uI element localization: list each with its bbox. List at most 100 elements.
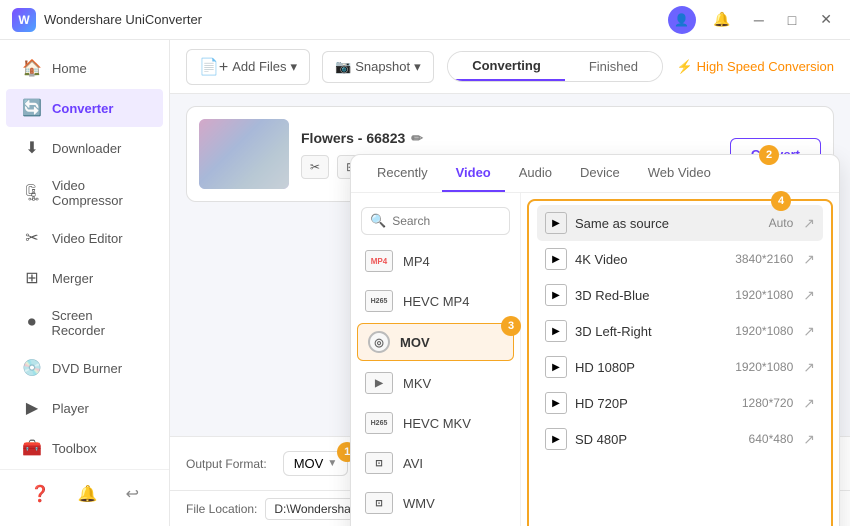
res-name-4k: 4K Video bbox=[575, 252, 628, 267]
res-edit-3dlr[interactable]: ↗ bbox=[803, 323, 815, 340]
sidebar-bottom: ❓ 🔔 ↩ bbox=[0, 469, 169, 518]
res-edit-1080p[interactable]: ↗ bbox=[803, 359, 815, 376]
format-item-mp4[interactable]: MP4 MP4 bbox=[351, 241, 520, 281]
video-edit-icon[interactable]: ✏ bbox=[411, 130, 423, 147]
res-icon-1080p: ▶ bbox=[545, 356, 567, 378]
res-icon-720p: ▶ bbox=[545, 392, 567, 414]
sidebar-item-downloader[interactable]: ⬇ Downloader bbox=[6, 129, 163, 167]
format-item-mov[interactable]: 3 ◎ MOV bbox=[357, 323, 514, 361]
format-search-input[interactable] bbox=[392, 214, 501, 228]
video-cut-button[interactable]: ✂ bbox=[301, 155, 329, 179]
res-edit-720p[interactable]: ↗ bbox=[803, 395, 815, 412]
add-files-button[interactable]: 📄+ Add Files ▾ bbox=[186, 49, 310, 85]
toolbox-icon: 🧰 bbox=[22, 438, 42, 458]
avatar-icon[interactable]: 👤 bbox=[668, 6, 696, 34]
resolution-4k[interactable]: ▶ 4K Video 3840*2160 ↗ bbox=[537, 241, 823, 277]
res-name-3drb: 3D Red-Blue bbox=[575, 288, 649, 303]
res-left-1080p: ▶ HD 1080P bbox=[545, 356, 635, 378]
add-files-label: Add Files bbox=[232, 59, 286, 74]
tab-group: Converting Finished bbox=[447, 51, 663, 82]
hevc-mkv-label: HEVC MKV bbox=[403, 416, 471, 431]
titlebar: W Wondershare UniConverter 👤 🔔 ─ □ ✕ bbox=[0, 0, 850, 40]
mp4-icon: MP4 bbox=[365, 250, 393, 272]
mp4-label: MP4 bbox=[403, 254, 430, 269]
mov-label: MOV bbox=[400, 335, 430, 350]
res-icon-480p: ▶ bbox=[545, 428, 567, 450]
sidebar-item-video-editor[interactable]: ✂ Video Editor bbox=[6, 219, 163, 257]
avi-label: AVI bbox=[403, 456, 423, 471]
notification-icon[interactable]: 🔔 bbox=[78, 484, 98, 504]
screen-recorder-icon: ⏺ bbox=[22, 314, 41, 332]
sidebar-item-dvd-burner[interactable]: 💿 DVD Burner bbox=[6, 349, 163, 387]
sidebar-item-converter[interactable]: 🔄 Converter bbox=[6, 89, 163, 127]
sidebar-label-merger: Merger bbox=[52, 271, 93, 286]
res-name-3dlr: 3D Left-Right bbox=[575, 324, 652, 339]
resolution-hd-1080p[interactable]: ▶ HD 1080P 1920*1080 ↗ bbox=[537, 349, 823, 385]
tab-finished[interactable]: Finished bbox=[565, 52, 662, 81]
resolution-3d-left-right[interactable]: ▶ 3D Left-Right 1920*1080 ↗ bbox=[537, 313, 823, 349]
tab-audio[interactable]: Audio bbox=[505, 155, 566, 192]
tab-recently[interactable]: Recently bbox=[363, 155, 442, 192]
format-item-hevc-mkv[interactable]: H265 HEVC MKV bbox=[351, 403, 520, 443]
tab-converting[interactable]: Converting bbox=[448, 52, 565, 81]
minimize-button[interactable]: ─ bbox=[748, 8, 770, 32]
high-speed-button[interactable]: ⚡ High Speed Conversion bbox=[676, 59, 834, 75]
resolution-hd-720p[interactable]: ▶ HD 720P 1280*720 ↗ bbox=[537, 385, 823, 421]
dropdown-arrow-icon: ▼ bbox=[327, 458, 337, 469]
hevc-mp4-label: HEVC MP4 bbox=[403, 294, 469, 309]
mov-icon: ◎ bbox=[368, 331, 390, 353]
sidebar-item-video-compressor[interactable]: 🗜 Video Compressor bbox=[6, 169, 163, 217]
tab-web-video[interactable]: Web Video bbox=[634, 155, 725, 192]
video-area: Flowers - 66823 ✏ ✂ ⊞ Convert 2 Recently… bbox=[170, 94, 850, 436]
badge-3: 3 bbox=[501, 316, 521, 336]
lightning-icon: ⚡ bbox=[676, 59, 692, 75]
format-item-wmv[interactable]: ⊡ WMV bbox=[351, 483, 520, 523]
sidebar-label-toolbox: Toolbox bbox=[52, 441, 97, 456]
hevc-mkv-icon: H265 bbox=[365, 412, 393, 434]
res-edit-4k[interactable]: ↗ bbox=[803, 251, 815, 268]
video-thumbnail bbox=[199, 119, 289, 189]
resolution-3d-red-blue[interactable]: ▶ 3D Red-Blue 1920*1080 ↗ bbox=[537, 277, 823, 313]
res-icon-3drb: ▶ bbox=[545, 284, 567, 306]
format-select-dropdown[interactable]: 1 MOV ▼ bbox=[283, 451, 349, 476]
res-left-3dlr: ▶ 3D Left-Right bbox=[545, 320, 652, 342]
res-edit-480p[interactable]: ↗ bbox=[803, 431, 815, 448]
format-item-avi[interactable]: ⊡ AVI bbox=[351, 443, 520, 483]
sidebar: 🏠 Home 🔄 Converter ⬇ Downloader 🗜 Video … bbox=[0, 40, 170, 526]
res-left-same: ▶ Same as source bbox=[545, 212, 669, 234]
format-list: 🔍 MP4 MP4 H265 HEVC MP4 bbox=[351, 193, 521, 526]
help-icon[interactable]: ❓ bbox=[30, 484, 50, 504]
resolution-sd-480p[interactable]: ▶ SD 480P 640*480 ↗ bbox=[537, 421, 823, 457]
history-icon[interactable]: ↩ bbox=[126, 484, 139, 504]
thumbnail-image bbox=[199, 119, 289, 189]
merger-icon: ⊞ bbox=[22, 268, 42, 288]
sidebar-item-player[interactable]: ▶ Player bbox=[6, 389, 163, 427]
bell-icon[interactable]: 🔔 bbox=[708, 6, 736, 34]
res-edit-3drb[interactable]: ↗ bbox=[803, 287, 815, 304]
close-button[interactable]: ✕ bbox=[814, 7, 838, 32]
hevc-mp4-icon: H265 bbox=[365, 290, 393, 312]
video-title-row: Flowers - 66823 ✏ bbox=[301, 130, 718, 147]
wmv-icon: ⊡ bbox=[365, 492, 393, 514]
format-item-hevc-mp4[interactable]: H265 HEVC MP4 bbox=[351, 281, 520, 321]
video-compressor-icon: 🗜 bbox=[22, 183, 42, 203]
sidebar-item-toolbox[interactable]: 🧰 Toolbox bbox=[6, 429, 163, 467]
res-value-1080p: 1920*1080 bbox=[735, 360, 793, 374]
sidebar-item-merger[interactable]: ⊞ Merger bbox=[6, 259, 163, 297]
player-icon: ▶ bbox=[22, 398, 42, 418]
tab-video[interactable]: Video bbox=[442, 155, 505, 192]
sidebar-label-player: Player bbox=[52, 401, 89, 416]
add-files-arrow: ▾ bbox=[290, 59, 297, 75]
sidebar-label-home: Home bbox=[52, 61, 87, 76]
tab-device[interactable]: Device bbox=[566, 155, 634, 192]
resolution-panel: 4 ▶ Same as source Auto ↗ bbox=[527, 199, 833, 526]
sidebar-item-screen-recorder[interactable]: ⏺ Screen Recorder bbox=[6, 299, 163, 347]
titlebar-controls: 👤 🔔 ─ □ ✕ bbox=[668, 6, 838, 34]
snapshot-button[interactable]: 📷 Snapshot ▾ bbox=[322, 51, 434, 83]
sidebar-item-home[interactable]: 🏠 Home bbox=[6, 49, 163, 87]
res-edit-same[interactable]: ↗ bbox=[803, 215, 815, 232]
format-item-mkv[interactable]: ▶ MKV bbox=[351, 363, 520, 403]
snapshot-label: Snapshot bbox=[355, 59, 410, 74]
maximize-button[interactable]: □ bbox=[782, 8, 802, 32]
sidebar-label-converter: Converter bbox=[52, 101, 113, 116]
